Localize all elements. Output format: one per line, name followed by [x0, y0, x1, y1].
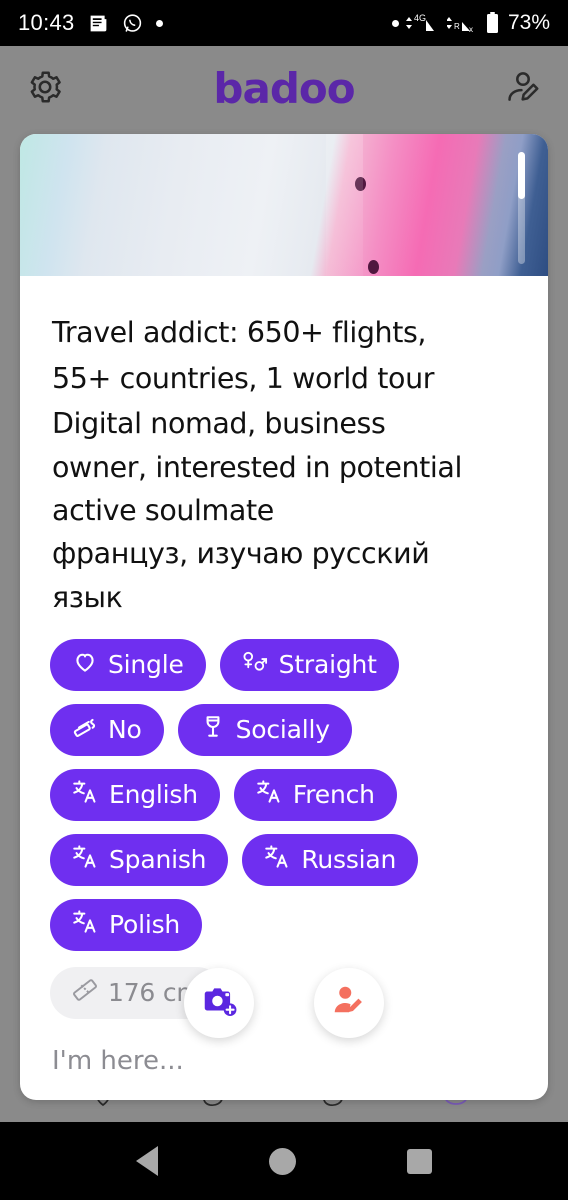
bio-line-2: Digital nomad, business	[52, 407, 386, 441]
location-placeholder[interactable]: I'm here...	[52, 1046, 184, 1076]
badoo-logo: badoo	[213, 64, 355, 113]
badge-smoking[interactable]: No	[50, 703, 164, 756]
svg-text:4G: 4G	[414, 13, 426, 23]
status-bar-right: 4G R x 73%	[391, 11, 550, 35]
badge-straight[interactable]: Straight	[219, 638, 399, 691]
profile-card: Travel addict: 650+ flights, 55+ countri…	[20, 134, 548, 1100]
bio-line-0: Travel addict: 650+ flights,	[52, 316, 427, 349]
battery-icon	[486, 12, 499, 34]
profile-photo[interactable]	[20, 134, 548, 276]
translate-icon	[72, 908, 99, 941]
badge-label: Single	[108, 650, 184, 680]
person-edit-icon	[331, 983, 367, 1024]
badge-label: Straight	[278, 650, 377, 680]
nav-profile-icon	[439, 1095, 485, 1123]
battery-percent: 73%	[507, 11, 550, 34]
bio-line-4: active soulmate	[52, 493, 274, 527]
badge-label: English	[109, 780, 198, 810]
photo-detail-button-bottom	[368, 260, 380, 275]
nav-people-icon	[83, 1095, 123, 1123]
edit-profile-button[interactable]	[500, 66, 546, 112]
profile-bio: Travel addict: 650+ flights, 55+ countri…	[20, 276, 548, 625]
badge-label: French	[292, 780, 375, 810]
translate-icon	[72, 778, 99, 811]
home-circle-icon[interactable]	[268, 1147, 296, 1175]
bio-line-3: owner, interested in potential	[52, 450, 463, 484]
badge-language-polish[interactable]: Polish	[50, 898, 203, 951]
phone-screen: 10:43 4G R x 73% badoo Travel addict: 65…	[0, 0, 568, 1200]
news-icon	[88, 13, 109, 34]
badge-language-russian[interactable]: Russian	[242, 833, 419, 886]
signal-4g-icon: 4G	[405, 11, 440, 35]
android-nav-bar	[0, 1122, 568, 1200]
photo-detail-button-top	[355, 176, 367, 191]
notification-dot	[155, 19, 163, 27]
badge-label: Socially	[235, 715, 330, 745]
badge-language-french[interactable]: French	[233, 768, 397, 821]
signal-roaming-icon: R x	[446, 11, 479, 35]
wine-glass-icon	[200, 714, 226, 746]
cigarette-icon	[72, 714, 98, 746]
heart-icon	[72, 649, 98, 681]
badge-label: No	[108, 715, 142, 745]
nav-messages-icon	[318, 1095, 364, 1123]
svg-text:R: R	[454, 22, 460, 31]
edit-profile-fab[interactable]	[314, 968, 384, 1038]
person-edit-icon	[504, 68, 542, 111]
app-header: badoo	[0, 46, 568, 132]
recents-square-icon[interactable]	[407, 1148, 433, 1174]
add-photo-button[interactable]	[184, 968, 254, 1038]
floating-action-buttons	[20, 968, 548, 1038]
badge-single[interactable]: Single	[50, 638, 206, 691]
badge-language-spanish[interactable]: Spanish	[50, 833, 229, 886]
whatsapp-icon	[122, 13, 143, 34]
settings-button[interactable]	[22, 66, 68, 112]
status-time: 10:43	[18, 10, 75, 35]
badge-label: Russian	[301, 845, 397, 875]
badge-drinking[interactable]: Socially	[177, 703, 352, 756]
bio-line-6: язык	[52, 580, 123, 614]
status-bar-left: 10:43	[18, 10, 163, 36]
translate-icon	[256, 778, 283, 811]
badge-label: Polish	[109, 910, 181, 940]
translate-icon	[72, 843, 99, 876]
photo-progress-bar[interactable]	[518, 152, 525, 264]
camera-plus-icon	[200, 982, 238, 1025]
badge-label: Spanish	[109, 845, 207, 875]
bio-line-1: 55+ countries, 1 world tour	[52, 362, 435, 396]
back-triangle-icon[interactable]	[135, 1146, 158, 1176]
gender-icon	[242, 648, 269, 681]
nav-chat-icon	[198, 1095, 244, 1123]
profile-badges: Single Straight No Socially English Fren…	[20, 625, 548, 951]
gear-icon	[26, 68, 64, 111]
status-bar: 10:43 4G R x 73%	[0, 0, 568, 46]
status-dot	[391, 19, 399, 27]
svg-text:x: x	[469, 25, 473, 34]
translate-icon	[264, 843, 291, 876]
badge-language-english[interactable]: English	[50, 768, 220, 821]
bio-line-5: француз, изучаю русский	[52, 537, 430, 571]
